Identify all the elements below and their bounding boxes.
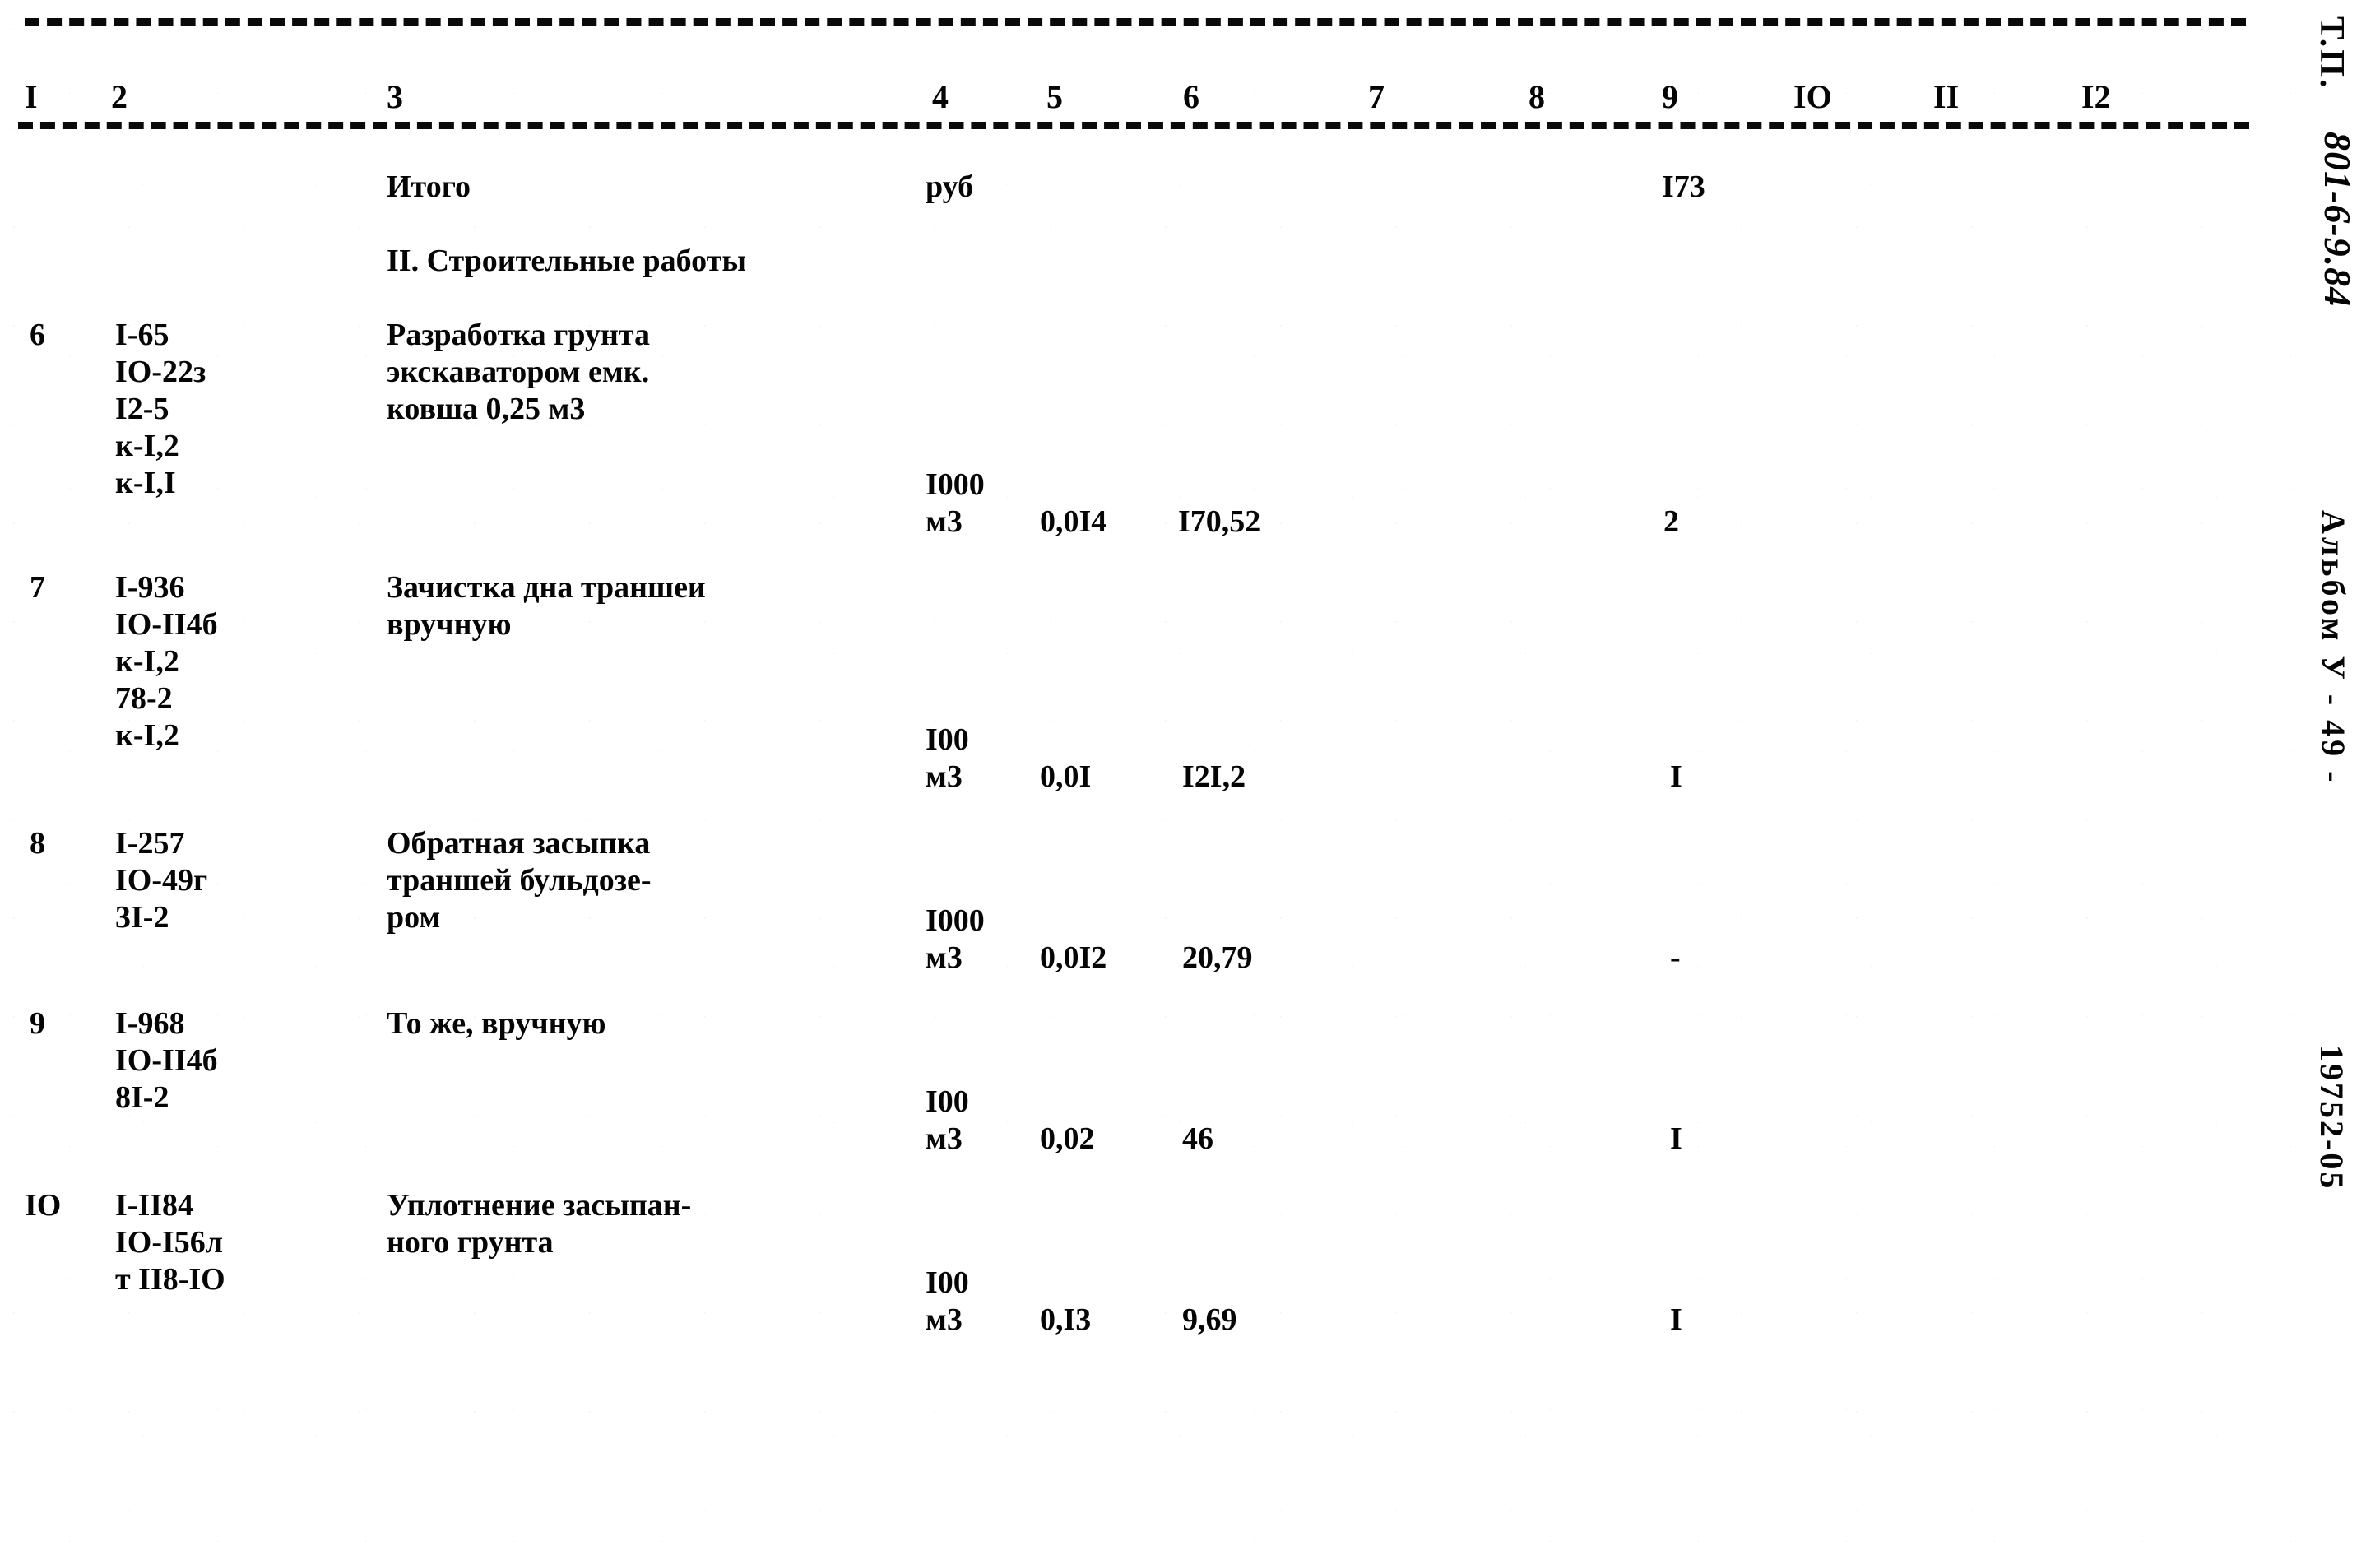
row-col9: I73: [1662, 169, 1705, 204]
row-codes: I-936 IO-II4б к-I,2 78-2 к-I,2: [115, 570, 218, 753]
row-price: 9,69: [1182, 1302, 1237, 1337]
row-col9: I: [1670, 1302, 1682, 1337]
row-description: Зачистка дна траншеи вручную: [387, 570, 706, 642]
estimate-table-body: Итого руб I73 II. Строительные работы 6 …: [0, 0, 2254, 1555]
row-unit: I000 м3: [926, 903, 985, 975]
row-number: 8: [30, 826, 45, 861]
row-description: Разработка грунта экскаватором емк. ковш…: [387, 318, 651, 426]
row-quantity: 0,0I2: [1040, 940, 1107, 975]
row-quantity: 0,I3: [1040, 1302, 1092, 1337]
row-price: I2I,2: [1182, 759, 1246, 794]
row-codes: I-257 IO-49г 3I-2: [115, 826, 208, 935]
row-quantity: 0,0I4: [1040, 504, 1107, 539]
row-number: 9: [30, 1006, 45, 1041]
row-description: Обратная засыпка траншей бульдозе- ром: [387, 826, 652, 935]
row-col9: -: [1670, 940, 1681, 975]
row-codes: I-II84 IO-I56л т II8-IO: [115, 1188, 225, 1297]
album-label: Альбом У - 49 -: [2315, 510, 2352, 786]
section-heading: II. Строительные работы: [387, 244, 747, 278]
row-price: 46: [1182, 1121, 1213, 1156]
row-col9: 2: [1663, 504, 1679, 539]
row-price: 20,79: [1182, 940, 1253, 975]
row-price: I70,52: [1178, 504, 1261, 539]
row-quantity: 0,0I: [1040, 759, 1092, 794]
row-unit: I00 м3: [926, 1084, 969, 1156]
row-unit: I000 м3: [926, 467, 985, 539]
scanned-page: I 2 3 4 5 6 7 8 9 IO II I2 Итого руб I73…: [0, 0, 2380, 1555]
row-codes: I-65 IO-22з I2-5 к-I,2 к-I,I: [115, 318, 206, 500]
row-number: 6: [30, 318, 45, 352]
row-unit: I00 м3: [926, 1265, 969, 1337]
row-quantity: 0,02: [1040, 1121, 1095, 1156]
row-codes: I-968 IO-II4б 8I-2: [115, 1006, 218, 1115]
row-col9: I: [1670, 1121, 1682, 1156]
row-number: 7: [30, 570, 45, 605]
row-description: То же, вручную: [387, 1006, 606, 1041]
type-designation-label: Т.П.: [2313, 16, 2350, 91]
row-description: Итого: [387, 169, 471, 204]
row-number: IO: [25, 1188, 62, 1223]
row-unit: I00 м3: [926, 722, 969, 794]
row-col9: I: [1670, 759, 1682, 794]
right-margin-annotations: Т.П. 801-6-9.84 Альбом У - 49 - 19752-05: [2254, 0, 2380, 1555]
row-unit: руб: [926, 169, 974, 204]
document-number-label: 19752-05: [2313, 1045, 2350, 1191]
row-description: Уплотнение засыпан- ного грунта: [387, 1188, 692, 1260]
project-code-handwritten: 801-6-9.84: [2317, 132, 2359, 308]
